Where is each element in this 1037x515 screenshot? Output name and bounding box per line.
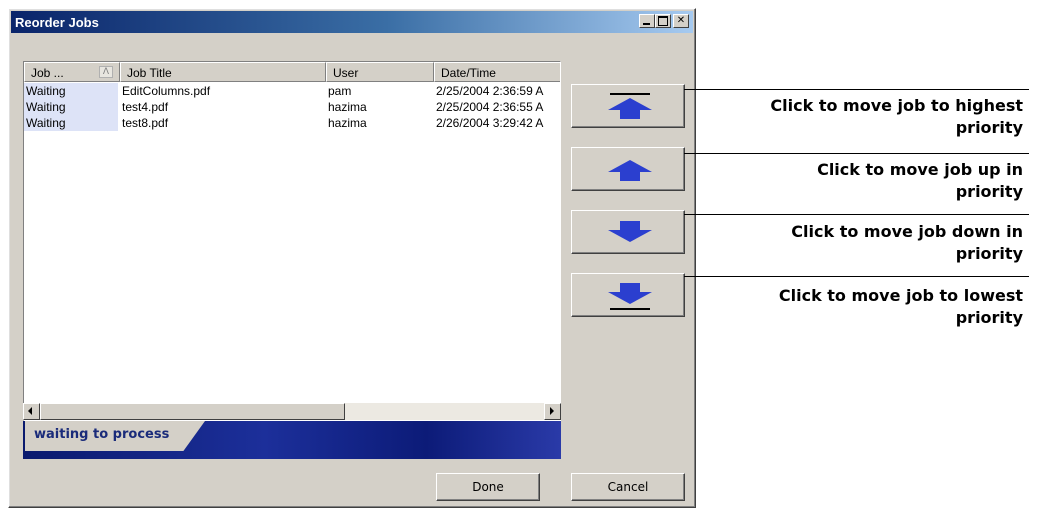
column-header-status[interactable]: Job ... Λ	[24, 62, 120, 82]
tab-waiting-to-process[interactable]: waiting to process	[25, 421, 205, 451]
cell-user: hazima	[328, 116, 367, 130]
callout-text-line: priority	[955, 118, 1023, 137]
table-row[interactable]: Waiting test8.pdf hazima 2/26/2004 3:29:…	[24, 115, 560, 131]
cell-job-title: test8.pdf	[122, 116, 169, 130]
callout-move-up: Click to move job up in priority	[683, 159, 1023, 203]
column-header-user[interactable]: User	[326, 62, 434, 82]
tab-label: waiting to process	[34, 427, 170, 442]
arrow-down-bar-icon	[608, 283, 652, 310]
sort-ascending-icon: Λ	[99, 66, 113, 78]
reorder-jobs-window: Reorder Jobs ✕ Job ... Λ Job Title User …	[8, 8, 696, 508]
callout-text-line: Click to move job to lowest	[778, 286, 1023, 305]
callout-text-line: priority	[955, 244, 1023, 263]
close-icon: ✕	[676, 15, 686, 26]
callout-move-to-bottom: Click to move job to lowest priority	[683, 285, 1023, 329]
column-header-label: User	[333, 66, 359, 80]
maximize-button[interactable]	[655, 14, 671, 28]
cell-user: hazima	[328, 100, 367, 114]
cell-job-title: EditColumns.pdf	[122, 84, 211, 98]
callout-line	[684, 214, 1029, 215]
callout-text-line: Click to move job up in	[817, 160, 1023, 179]
cell-status: Waiting	[24, 83, 118, 99]
cell-user: pam	[328, 84, 352, 98]
minimize-button[interactable]	[639, 14, 655, 28]
arrow-down-icon	[608, 221, 652, 242]
callout-line	[684, 276, 1029, 277]
title-bar[interactable]: Reorder Jobs ✕	[11, 11, 693, 33]
callout-move-down: Click to move job down in priority	[683, 221, 1023, 265]
column-header-job-title[interactable]: Job Title	[120, 62, 326, 82]
list-header: Job ... Λ Job Title User Date/Time	[24, 62, 560, 82]
cell-datetime: 2/26/2004 3:29:42 A	[436, 116, 544, 130]
cell-job-title: test4.pdf	[122, 100, 169, 114]
done-button[interactable]: Done	[436, 473, 540, 501]
callout-text-line: priority	[955, 308, 1023, 327]
callout-line	[684, 153, 1029, 154]
column-header-label: Date/Time	[441, 66, 496, 80]
callout-text-line: Click to move job to highest	[770, 96, 1023, 115]
cancel-button[interactable]: Cancel	[571, 473, 685, 501]
cell-status: Waiting	[24, 99, 118, 115]
move-up-button[interactable]	[571, 147, 685, 191]
column-header-label: Job ...	[31, 66, 64, 80]
horizontal-scrollbar[interactable]	[23, 403, 561, 420]
callout-text-line: priority	[955, 182, 1023, 201]
move-down-button[interactable]	[571, 210, 685, 254]
table-row[interactable]: Waiting EditColumns.pdf pam 2/25/2004 2:…	[24, 83, 560, 99]
column-header-label: Job Title	[127, 66, 172, 80]
window-title: Reorder Jobs	[15, 15, 99, 30]
callout-text-line: Click to move job down in	[791, 222, 1023, 241]
job-list[interactable]: Job ... Λ Job Title User Date/Time Waiti…	[23, 61, 561, 421]
scroll-thumb[interactable]	[40, 403, 345, 420]
scroll-left-button[interactable]	[23, 403, 40, 420]
cell-datetime: 2/25/2004 2:36:59 A	[436, 84, 544, 98]
cell-status: Waiting	[24, 115, 118, 131]
move-to-top-button[interactable]	[571, 84, 685, 128]
callout-line	[684, 89, 1029, 90]
move-to-bottom-button[interactable]	[571, 273, 685, 317]
table-row[interactable]: Waiting test4.pdf hazima 2/25/2004 2:36:…	[24, 99, 560, 115]
callout-move-to-top: Click to move job to highest priority	[683, 95, 1023, 139]
close-button[interactable]: ✕	[673, 14, 689, 28]
scroll-right-button[interactable]	[544, 403, 561, 420]
column-header-datetime[interactable]: Date/Time	[434, 62, 560, 82]
cell-datetime: 2/25/2004 2:36:55 A	[436, 100, 544, 114]
arrow-up-bar-icon	[608, 93, 652, 119]
queue-tab-strip: waiting to process	[23, 421, 561, 459]
arrow-up-icon	[608, 160, 652, 181]
